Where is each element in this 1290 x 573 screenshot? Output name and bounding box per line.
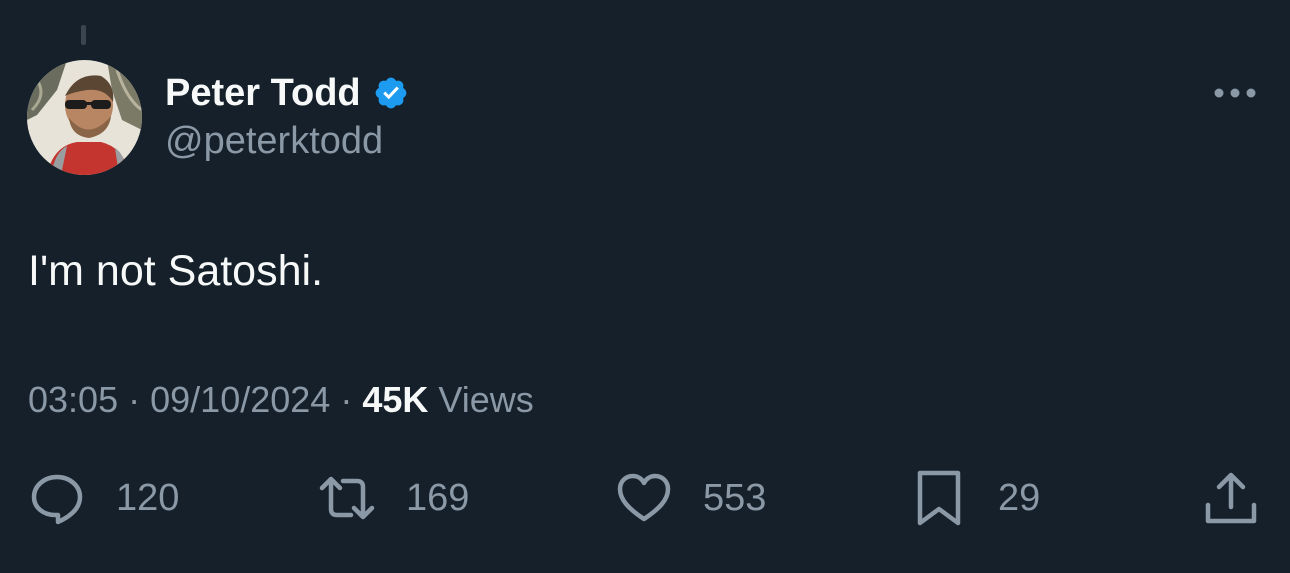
views-label: Views	[438, 379, 534, 420]
tweet-card: Peter Todd @peterktodd I'm not Satoshi. …	[0, 0, 1290, 573]
share-button[interactable]	[1200, 466, 1262, 530]
reply-icon	[31, 474, 83, 525]
tweet-time[interactable]: 03:05	[28, 379, 118, 420]
reply-button[interactable]: 120	[28, 466, 179, 530]
author-display-name[interactable]: Peter Todd	[165, 70, 361, 116]
bookmark-count: 29	[998, 476, 1041, 519]
heart-icon	[617, 473, 671, 522]
tweet-text: I'm not Satoshi.	[28, 247, 324, 295]
retweet-icon	[319, 476, 375, 520]
profile-photo-icon	[27, 60, 142, 175]
author-name-row: Peter Todd	[165, 70, 409, 116]
like-button[interactable]: 553	[615, 466, 766, 530]
thread-connector-line	[81, 25, 86, 45]
more-options-button[interactable]	[1205, 78, 1265, 108]
like-count: 553	[703, 476, 767, 519]
author-handle[interactable]: @peterktodd	[165, 118, 383, 164]
reply-count: 120	[116, 476, 180, 519]
share-icon	[1205, 472, 1257, 524]
tweet-meta: 03:05 · 09/10/2024 · 45K Views	[28, 378, 534, 422]
views-count[interactable]: 45K	[362, 379, 428, 420]
retweet-count: 169	[406, 476, 470, 519]
retweet-button[interactable]: 169	[318, 466, 469, 530]
meta-separator: ·	[128, 379, 141, 420]
tweet-actions-bar: 120 169 553 29	[0, 466, 1290, 530]
tweet-date[interactable]: 09/10/2024	[150, 379, 330, 420]
verified-badge-icon	[373, 75, 409, 111]
bookmark-button[interactable]: 29	[910, 466, 1040, 530]
ellipsis-icon	[1214, 88, 1256, 98]
bookmark-icon	[917, 470, 961, 526]
meta-separator: ·	[340, 379, 353, 420]
avatar[interactable]	[27, 60, 142, 175]
